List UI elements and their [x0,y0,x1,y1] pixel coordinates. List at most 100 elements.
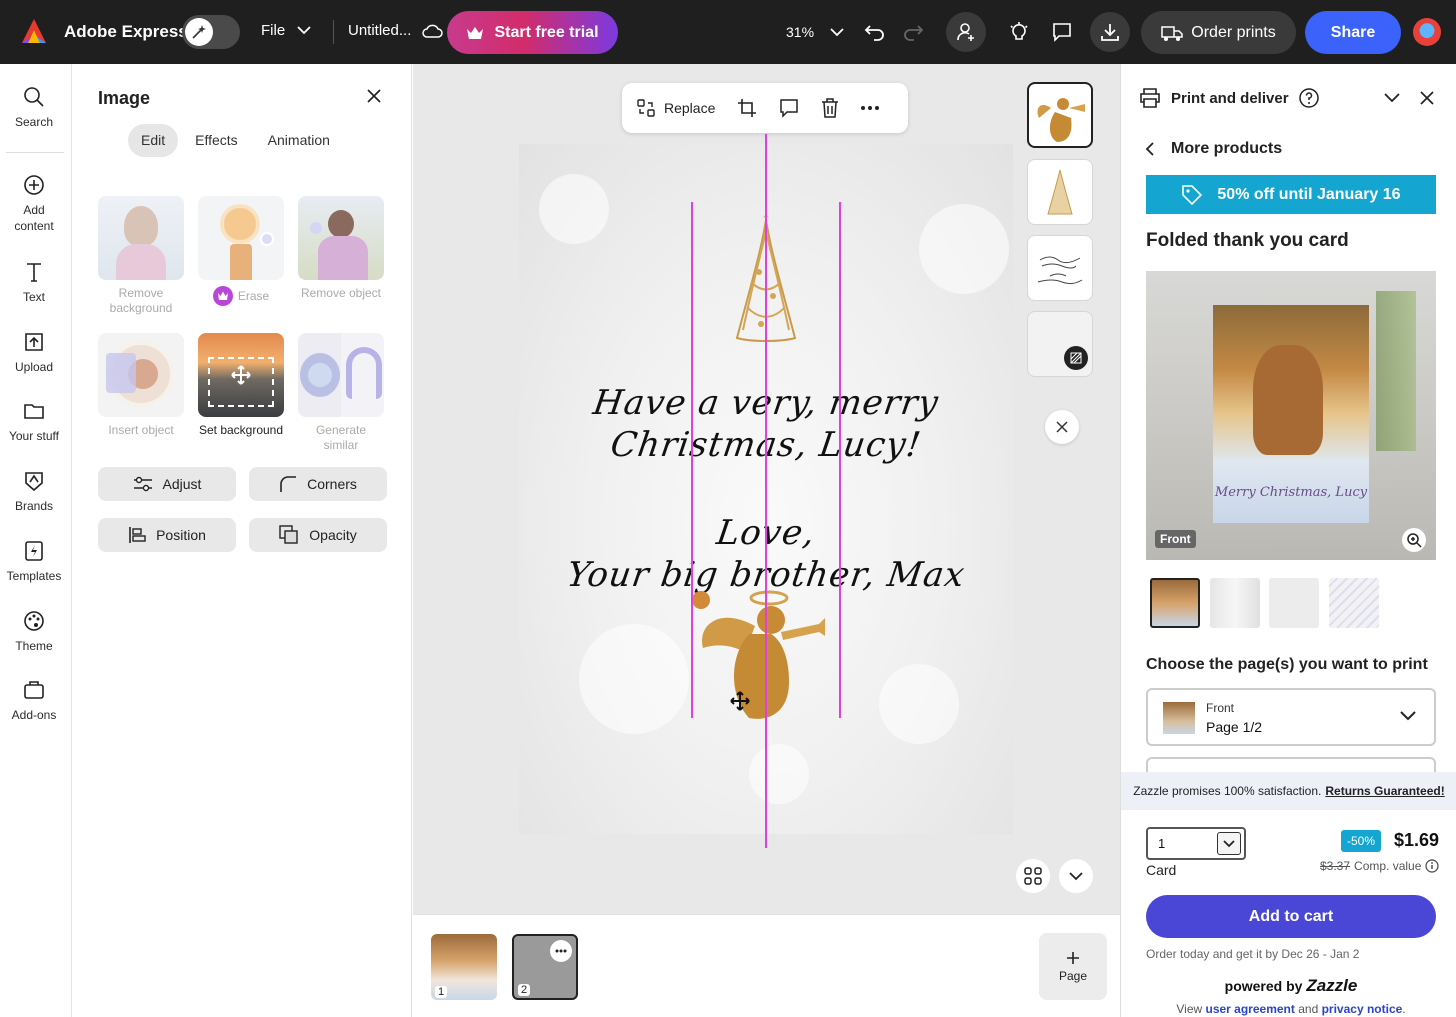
opacity-button[interactable]: Opacity [249,518,387,552]
page-options-button[interactable] [550,940,572,962]
more-options-icon[interactable] [861,106,880,110]
page-thumbnail-1[interactable]: 1 [431,934,497,1000]
variant-thumb-inside[interactable] [1210,578,1260,628]
app-name: Adobe Express [64,22,188,41]
rail-item-templates[interactable]: Templates [0,540,68,584]
corners-button[interactable]: Corners [249,467,387,501]
collapse-pages-button[interactable] [1059,859,1093,893]
insert-object-tool[interactable]: Insert object [98,333,184,438]
help-icon[interactable] [1298,88,1319,108]
adobe-express-logo[interactable] [20,17,48,45]
zoom-preview-button[interactable] [1402,528,1426,552]
layer-thumb-background[interactable] [1027,311,1093,377]
ai-toggle[interactable] [182,15,240,49]
layer-thumb-angel[interactable] [1027,82,1093,148]
product-preview[interactable]: Merry Christmas, Lucy Front [1146,271,1436,560]
comments-button[interactable] [1042,12,1082,52]
layer-thumb-tree[interactable] [1027,159,1093,225]
replace-button[interactable]: Replace [636,98,715,118]
rail-item-label: Add content [14,203,54,233]
rail-item-label: Upload [14,360,54,374]
comment-icon[interactable] [779,98,799,118]
ideas-button[interactable] [999,12,1039,52]
file-menu[interactable]: File [261,22,311,39]
guarantee-text: Zazzle promises 100% satisfaction. [1133,784,1322,798]
close-layers-button[interactable] [1045,410,1079,444]
text-thumbnail [1037,256,1083,285]
adjust-button[interactable]: Adjust [98,467,236,501]
rail-item-add-content[interactable]: Add content [0,174,68,234]
add-page-button[interactable]: Page [1039,933,1107,1000]
variant-thumb-front[interactable] [1150,578,1200,628]
quantity-select[interactable]: 1 [1146,827,1246,860]
chevron-down-icon[interactable] [1384,93,1400,103]
upload-icon [25,333,43,351]
order-prints-label: Order prints [1191,23,1276,41]
order-prints-button[interactable]: Order prints [1141,11,1296,54]
bokeh-light [579,624,689,734]
variant-thumb-back[interactable] [1269,578,1319,628]
crop-icon[interactable] [737,98,757,118]
set-background-tool[interactable]: Set background [198,333,284,438]
undo-icon [864,25,884,41]
alignment-guide [691,202,693,718]
rail-item-add-ons[interactable]: Add-ons [0,679,68,723]
collaborate-button[interactable] [946,12,986,52]
rail-item-brands[interactable]: Brands [0,470,68,514]
tool-label: Erase [237,288,270,303]
add-to-cart-label: Add to cart [1248,907,1334,925]
close-panel-button[interactable] [366,88,382,109]
generate-similar-tool[interactable]: Generate similar [298,333,384,453]
erase-tool[interactable]: Erase [198,196,284,310]
privacy-notice-link[interactable]: privacy notice [1322,1002,1403,1016]
tool-label: Set background [198,423,284,437]
share-button[interactable]: Share [1305,11,1401,54]
bokeh-light [749,744,809,804]
remove-object-tool[interactable]: Remove object [298,196,384,301]
tool-label: Insert object [108,423,174,437]
angel-image[interactable] [689,586,829,722]
download-icon [1101,24,1119,41]
document-title[interactable]: Untitled... [348,22,444,39]
tab-animation[interactable]: Animation [255,124,343,157]
rail-item-your-stuff[interactable]: Your stuff [0,400,68,444]
zoom-menu[interactable]: 31% [786,24,844,40]
position-button[interactable]: Position [98,518,236,552]
quantity-dropdown-button[interactable] [1217,832,1241,855]
layer-thumb-text[interactable] [1027,235,1093,301]
remove-background-tool[interactable]: Remove background [98,196,184,316]
user-avatar[interactable] [1413,18,1441,46]
download-button[interactable] [1090,12,1130,52]
legal-suffix: . [1402,1002,1406,1016]
palette-icon [24,611,44,631]
promo-text: 50% off until January 16 [1217,185,1401,203]
more-products-link[interactable]: More products [1145,140,1282,158]
rail-item-upload[interactable]: Upload [0,331,68,375]
rail-item-search[interactable]: Search [0,86,68,130]
rail-item-text[interactable]: Text [0,261,68,305]
powered-prefix: powered by [1224,978,1303,994]
grid-icon [1024,867,1042,885]
returns-link[interactable]: Returns Guaranteed! [1325,784,1444,798]
trash-icon[interactable] [821,98,839,118]
page-select-dropdown[interactable]: Front Page 1/2 [1146,688,1436,746]
grid-view-button[interactable] [1016,859,1050,893]
add-to-cart-button[interactable]: Add to cart [1146,895,1436,938]
undo-button[interactable] [855,12,895,52]
redo-button[interactable] [893,12,933,52]
tab-effects[interactable]: Effects [182,124,251,157]
tab-edit[interactable]: Edit [128,124,179,157]
quantity-value: 1 [1158,836,1166,851]
rail-item-theme[interactable]: Theme [0,610,68,654]
deer-illustration [1253,345,1323,455]
page-select-label: Front [1206,701,1235,715]
share-label: Share [1330,23,1376,41]
info-icon[interactable] [1425,859,1440,873]
page-thumbnail-2[interactable]: 2 [512,934,578,1000]
start-free-trial-button[interactable]: Start free trial [447,11,618,54]
redo-icon [904,25,924,41]
user-agreement-link[interactable]: user agreement [1206,1002,1295,1016]
close-icon[interactable] [1419,90,1435,106]
legal-links: View user agreement and privacy notice. [1146,1002,1436,1016]
variant-thumb-stack[interactable] [1329,578,1379,628]
